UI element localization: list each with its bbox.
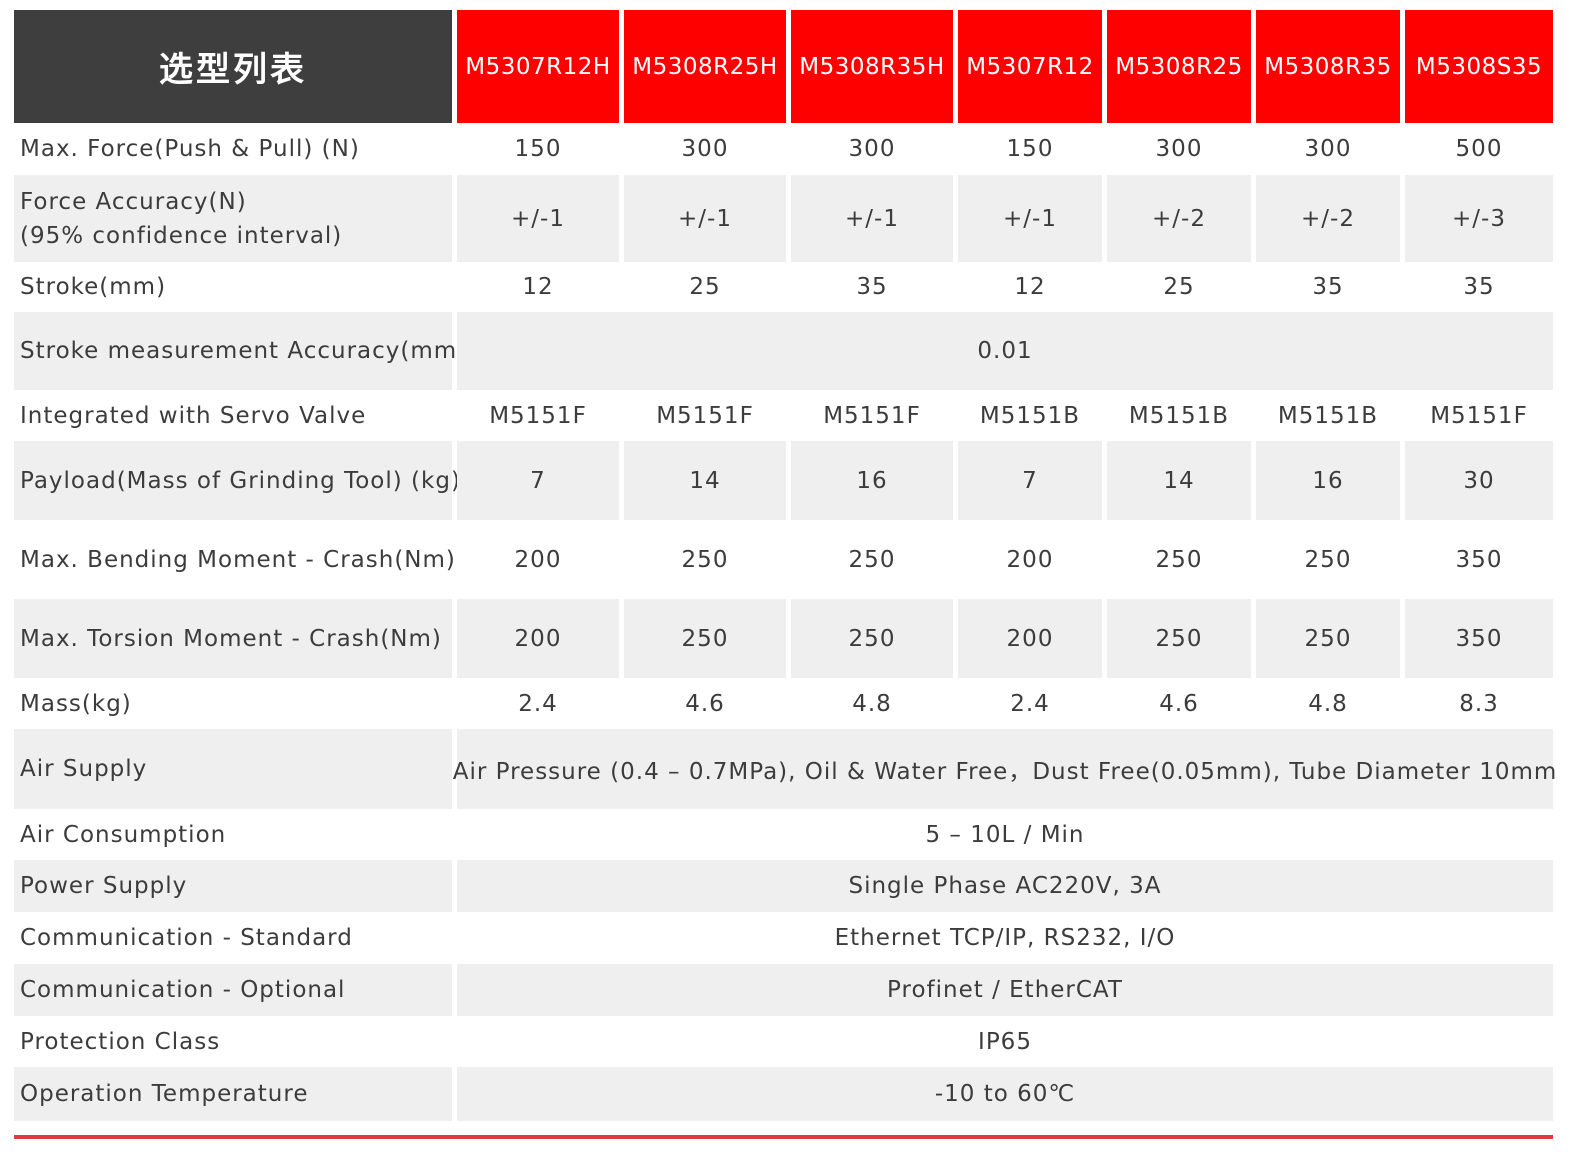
row-label-line: (95% confidence interval) — [20, 222, 343, 249]
table-cell: 250 — [1107, 599, 1251, 678]
table-cell: 200 — [958, 599, 1102, 678]
table-cell: 250 — [624, 520, 786, 599]
table-cell: 250 — [791, 520, 953, 599]
table-cell: 14 — [1107, 441, 1251, 520]
table-cell: +/-2 — [1107, 175, 1251, 262]
table-cell: 4.6 — [624, 678, 786, 729]
table-cell: 14 — [624, 441, 786, 520]
table-cell: +/-1 — [791, 175, 953, 262]
table-cell: 30 — [1405, 441, 1553, 520]
model-header-2: M5308R25H — [624, 10, 786, 123]
table-cell: 25 — [1107, 262, 1251, 312]
table-cell: 200 — [457, 599, 619, 678]
table-cell: 250 — [1107, 520, 1251, 599]
table-cell: +/-1 — [457, 175, 619, 262]
table-cell: 35 — [1256, 262, 1400, 312]
table-cell: M5151F — [1405, 390, 1553, 441]
table-cell: 250 — [791, 599, 953, 678]
table-cell: 150 — [958, 123, 1102, 175]
table-cell: 7 — [457, 441, 619, 520]
model-header-7: M5308S35 — [1405, 10, 1553, 123]
row-label-bending-moment: Max. Bending Moment - Crash(Nm) — [14, 520, 455, 599]
table-cell: M5151F — [457, 390, 619, 441]
table-cell: +/-1 — [624, 175, 786, 262]
table-cell: 300 — [1107, 123, 1251, 175]
row-label-air-consumption: Air Consumption — [14, 809, 452, 860]
table-cell: M5151B — [1107, 390, 1251, 441]
table-cell: 300 — [791, 123, 953, 175]
table-cell: 150 — [457, 123, 619, 175]
table-title: 选型列表 — [14, 10, 452, 123]
model-header-3: M5308R35H — [791, 10, 953, 123]
row-label-comm-optional: Communication - Optional — [14, 964, 452, 1016]
table-cell: M5151B — [958, 390, 1102, 441]
spec-table: 选型列表 M5307R12H M5308R25H M5308R35H M5307… — [14, 10, 1556, 1121]
table-cell: +/-1 — [958, 175, 1102, 262]
table-cell: 35 — [1405, 262, 1553, 312]
table-cell: M5151F — [624, 390, 786, 441]
table-cell: 500 — [1405, 123, 1553, 175]
model-header-1: M5307R12H — [457, 10, 619, 123]
table-cell: 350 — [1405, 599, 1553, 678]
row-label-power-supply: Power Supply — [14, 860, 452, 912]
table-cell: 7 — [958, 441, 1102, 520]
row-label-protection-class: Protection Class — [14, 1016, 452, 1067]
table-cell: 35 — [791, 262, 953, 312]
row-label-stroke-accuracy: Stroke measurement Accuracy(mm) — [14, 312, 466, 390]
table-cell-merged: 5 – 10L / Min — [457, 809, 1553, 860]
table-cell: 200 — [457, 520, 619, 599]
table-cell: 300 — [624, 123, 786, 175]
table-cell: 2.4 — [958, 678, 1102, 729]
row-label-stroke: Stroke(mm) — [14, 262, 452, 312]
table-cell: 12 — [958, 262, 1102, 312]
table-cell: 25 — [624, 262, 786, 312]
table-cell: 4.8 — [791, 678, 953, 729]
table-cell: M5151B — [1256, 390, 1400, 441]
table-cell: 200 — [958, 520, 1102, 599]
table-cell: M5151F — [791, 390, 953, 441]
row-label-operation-temperature: Operation Temperature — [14, 1067, 452, 1121]
row-label-force-accuracy: Force Accuracy(N) (95% confidence interv… — [14, 175, 452, 262]
table-cell: 12 — [457, 262, 619, 312]
table-cell: 4.8 — [1256, 678, 1400, 729]
table-cell: 250 — [624, 599, 786, 678]
table-cell-merged: Single Phase AC220V, 3A — [457, 860, 1553, 912]
row-label-servo-valve: Integrated with Servo Valve — [14, 390, 452, 441]
model-header-6: M5308R35 — [1256, 10, 1400, 123]
model-header-4: M5307R12 — [958, 10, 1102, 123]
table-cell-merged: Profinet / EtherCAT — [457, 964, 1553, 1016]
table-cell: 8.3 — [1405, 678, 1553, 729]
row-label-mass: Mass(kg) — [14, 678, 452, 729]
model-header-5: M5308R25 — [1107, 10, 1251, 123]
row-label-payload: Payload(Mass of Grinding Tool) (kg) — [14, 441, 460, 520]
row-label-comm-standard: Communication - Standard — [14, 912, 452, 964]
table-cell: 4.6 — [1107, 678, 1251, 729]
table-cell: 250 — [1256, 599, 1400, 678]
table-cell-merged: Ethernet TCP/IP, RS232, I/O — [457, 912, 1553, 964]
table-cell: 250 — [1256, 520, 1400, 599]
table-cell-merged: -10 to 60℃ — [457, 1067, 1553, 1121]
table-cell: +/-3 — [1405, 175, 1553, 262]
table-cell-merged: IP65 — [457, 1016, 1553, 1067]
table-cell: +/-2 — [1256, 175, 1400, 262]
row-label-max-force: Max. Force(Push & Pull) (N) — [14, 123, 452, 175]
table-cell: 350 — [1405, 520, 1553, 599]
row-label-air-supply: Air Supply — [14, 729, 452, 809]
table-bottom-border — [14, 1135, 1553, 1139]
table-cell: 2.4 — [457, 678, 619, 729]
row-label-line: Force Accuracy(N) — [20, 188, 247, 215]
table-cell: 16 — [1256, 441, 1400, 520]
table-cell: 16 — [791, 441, 953, 520]
table-cell-merged: Air Pressure (0.4 – 0.7MPa), Oil & Water… — [453, 729, 1556, 809]
table-cell: 300 — [1256, 123, 1400, 175]
row-label-torsion-moment: Max. Torsion Moment - Crash(Nm) — [14, 599, 452, 678]
table-cell-merged: 0.01 — [457, 312, 1553, 390]
